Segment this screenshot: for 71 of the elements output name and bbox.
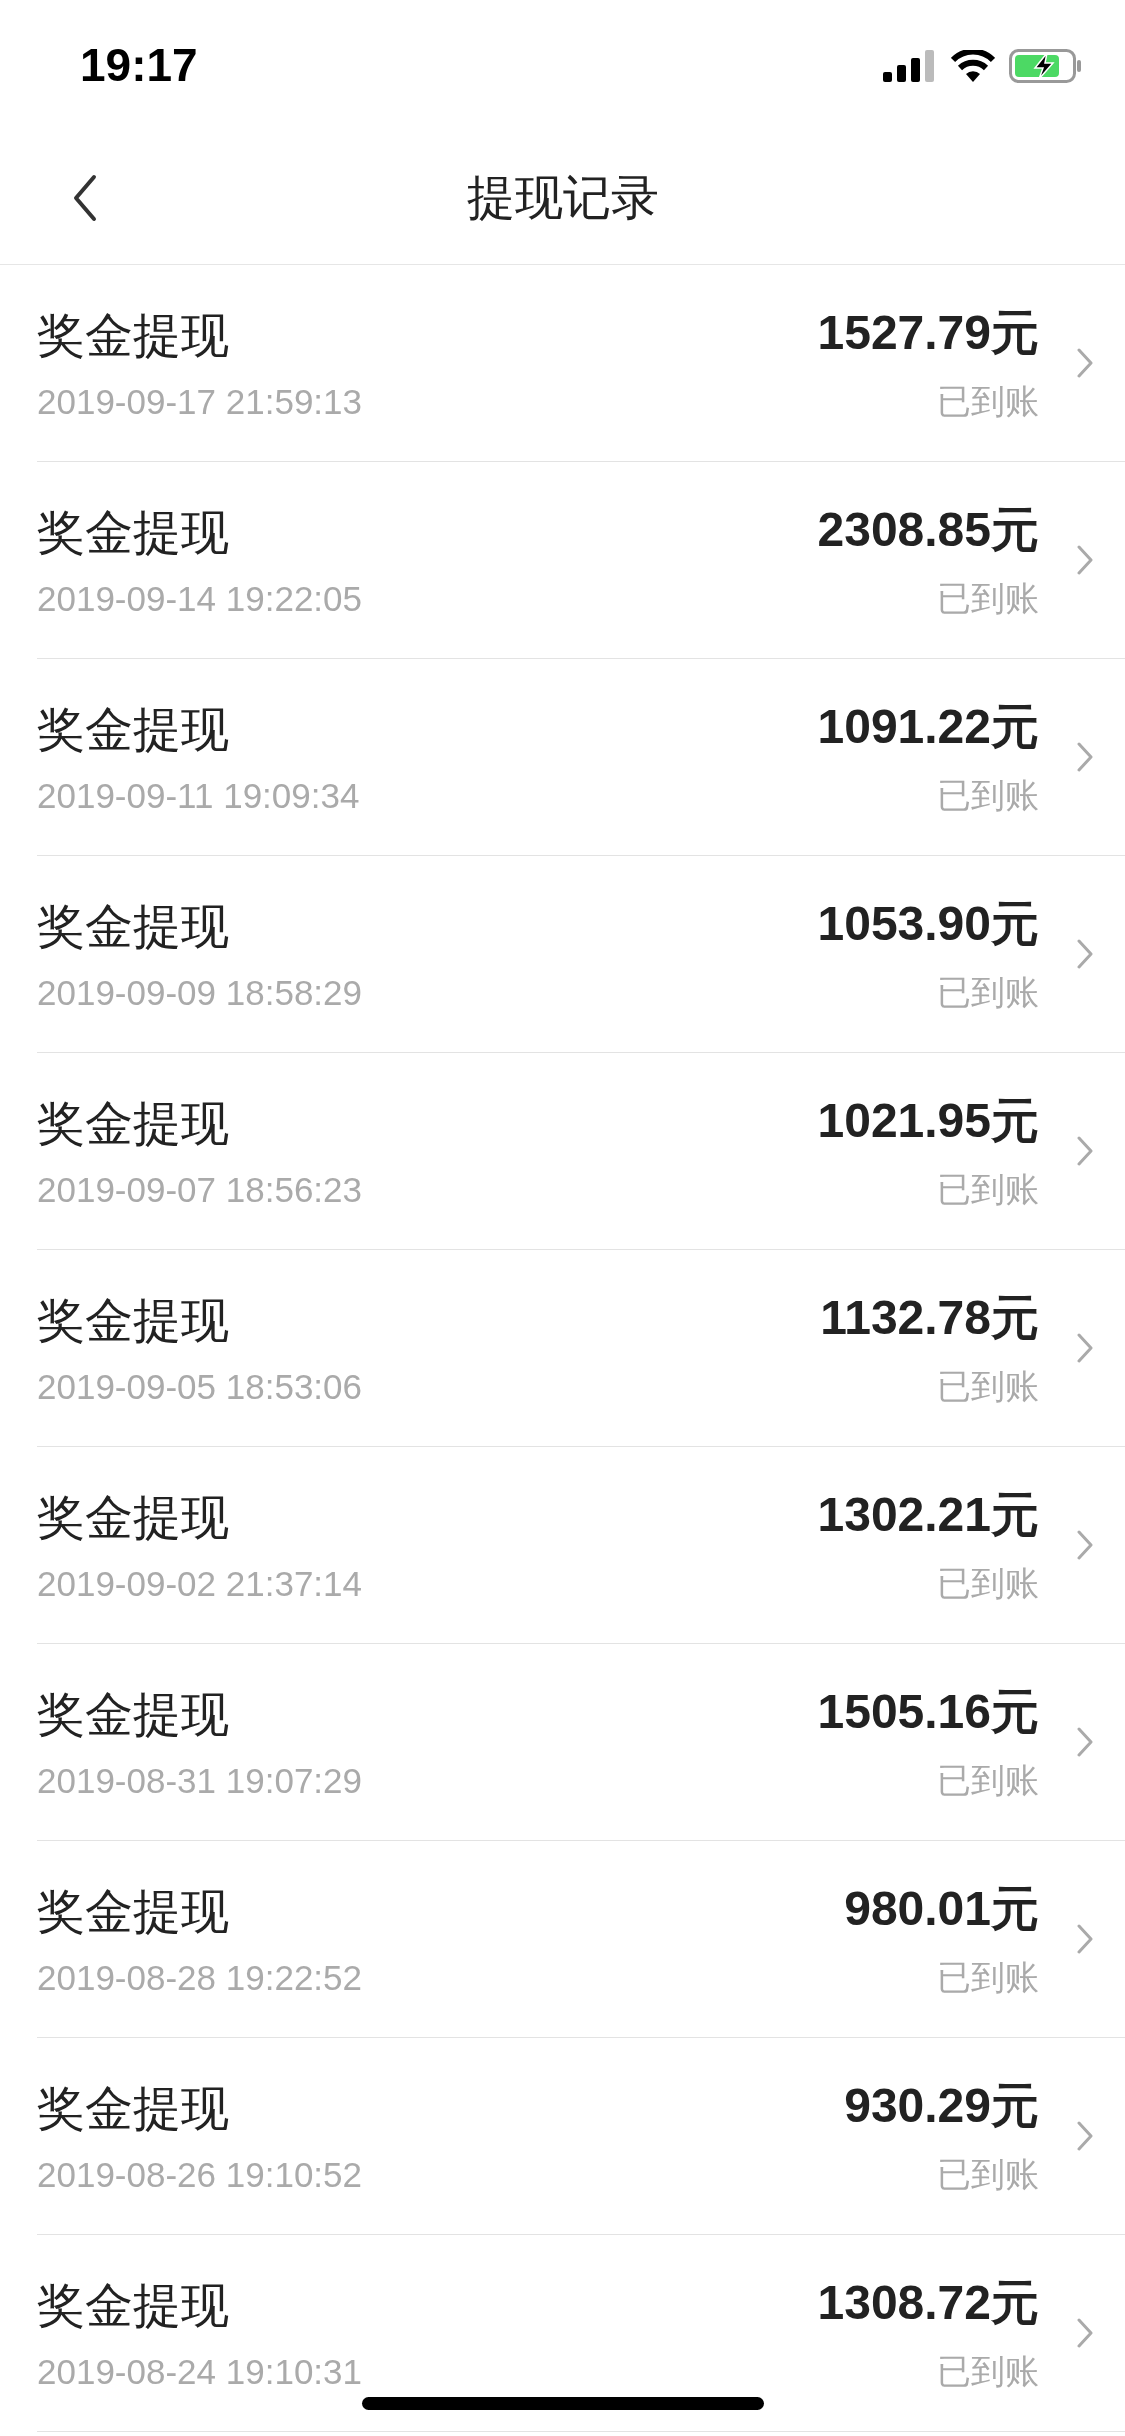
chevron-right-icon bbox=[1077, 348, 1093, 378]
record-amount: 980.01元 bbox=[844, 1881, 1039, 1937]
record-row[interactable]: 奖金提现 2019-08-28 19:22:52 980.01元 已到账 bbox=[37, 1841, 1125, 2038]
record-title: 奖金提现 bbox=[37, 1882, 230, 1941]
wifi-icon bbox=[951, 50, 995, 82]
page-title: 提现记录 bbox=[466, 168, 659, 227]
chevron-right-icon bbox=[1077, 1333, 1093, 1363]
record-time: 2019-08-26 19:10:52 bbox=[37, 2155, 363, 2195]
chevron-right-icon bbox=[1077, 742, 1093, 772]
record-status: 已到账 bbox=[937, 1365, 1039, 1408]
record-time: 2019-09-07 18:56:23 bbox=[37, 1170, 363, 1210]
record-time: 2019-09-05 18:53:06 bbox=[37, 1367, 363, 1407]
record-time: 2019-09-14 19:22:05 bbox=[37, 579, 363, 619]
record-row[interactable]: 奖金提现 2019-09-07 18:56:23 1021.95元 已到账 bbox=[37, 1053, 1125, 1250]
record-row[interactable]: 奖金提现 2019-09-02 21:37:14 1302.21元 已到账 bbox=[37, 1447, 1125, 1644]
record-title: 奖金提现 bbox=[37, 700, 230, 759]
record-title: 奖金提现 bbox=[37, 897, 230, 956]
record-amount: 1132.78元 bbox=[820, 1290, 1039, 1346]
record-status: 已到账 bbox=[937, 577, 1039, 620]
back-icon[interactable] bbox=[72, 174, 98, 222]
status-time: 19:17 bbox=[80, 38, 198, 92]
record-time: 2019-08-28 19:22:52 bbox=[37, 1958, 363, 1998]
record-title: 奖金提现 bbox=[37, 1094, 230, 1153]
record-title: 奖金提现 bbox=[37, 2079, 230, 2138]
record-amount: 1527.79元 bbox=[817, 305, 1039, 361]
record-amount: 1505.16元 bbox=[817, 1684, 1039, 1740]
chevron-right-icon bbox=[1077, 1924, 1093, 1954]
record-title: 奖金提现 bbox=[37, 1291, 230, 1350]
chevron-right-icon bbox=[1077, 1727, 1093, 1757]
record-amount: 1302.21元 bbox=[817, 1487, 1039, 1543]
record-row[interactable]: 奖金提现 2019-08-31 19:07:29 1505.16元 已到账 bbox=[37, 1644, 1125, 1841]
record-row[interactable]: 奖金提现 2019-09-14 19:22:05 2308.85元 已到账 bbox=[37, 462, 1125, 659]
record-title: 奖金提现 bbox=[37, 503, 230, 562]
record-amount: 1308.72元 bbox=[817, 2275, 1039, 2331]
record-row[interactable]: 奖金提现 2019-08-26 19:10:52 930.29元 已到账 bbox=[37, 2038, 1125, 2235]
record-status: 已到账 bbox=[937, 1168, 1039, 1211]
record-amount: 1021.95元 bbox=[817, 1093, 1039, 1149]
record-title: 奖金提现 bbox=[37, 1685, 230, 1744]
chevron-right-icon bbox=[1077, 545, 1093, 575]
record-amount: 1091.22元 bbox=[817, 699, 1039, 755]
record-time: 2019-09-17 21:59:13 bbox=[37, 382, 363, 422]
record-status: 已到账 bbox=[937, 380, 1039, 423]
record-row[interactable]: 奖金提现 2019-09-17 21:59:13 1527.79元 已到账 bbox=[37, 265, 1125, 462]
record-amount: 930.29元 bbox=[844, 2078, 1039, 2134]
record-title: 奖金提现 bbox=[37, 1488, 230, 1547]
chevron-right-icon bbox=[1077, 2121, 1093, 2151]
record-status: 已到账 bbox=[937, 971, 1039, 1014]
record-time: 2019-08-31 19:07:29 bbox=[37, 1761, 363, 1801]
chevron-right-icon bbox=[1077, 939, 1093, 969]
chevron-right-icon bbox=[1077, 1136, 1093, 1166]
record-row[interactable]: 奖金提现 2019-09-09 18:58:29 1053.90元 已到账 bbox=[37, 856, 1125, 1053]
record-status: 已到账 bbox=[937, 774, 1039, 817]
record-time: 2019-08-24 19:10:31 bbox=[37, 2352, 363, 2392]
battery-charging-icon bbox=[1009, 49, 1083, 83]
record-status: 已到账 bbox=[937, 2350, 1039, 2393]
chevron-right-icon bbox=[1077, 1530, 1093, 1560]
record-row[interactable]: 奖金提现 2019-09-05 18:53:06 1132.78元 已到账 bbox=[37, 1250, 1125, 1447]
chevron-right-icon bbox=[1077, 2318, 1093, 2348]
signal-icon bbox=[883, 50, 937, 82]
record-time: 2019-09-09 18:58:29 bbox=[37, 973, 363, 1013]
record-title: 奖金提现 bbox=[37, 2276, 230, 2335]
record-row[interactable]: 奖金提现 2019-09-11 19:09:34 1091.22元 已到账 bbox=[37, 659, 1125, 856]
record-amount: 2308.85元 bbox=[817, 502, 1039, 558]
record-time: 2019-09-11 19:09:34 bbox=[37, 776, 361, 816]
record-time: 2019-09-02 21:37:14 bbox=[37, 1564, 363, 1604]
record-title: 奖金提现 bbox=[37, 306, 230, 365]
record-status: 已到账 bbox=[937, 2153, 1039, 2196]
record-status: 已到账 bbox=[937, 1562, 1039, 1605]
record-status: 已到账 bbox=[937, 1759, 1039, 1802]
record-status: 已到账 bbox=[937, 1956, 1039, 1999]
record-amount: 1053.90元 bbox=[817, 896, 1039, 952]
